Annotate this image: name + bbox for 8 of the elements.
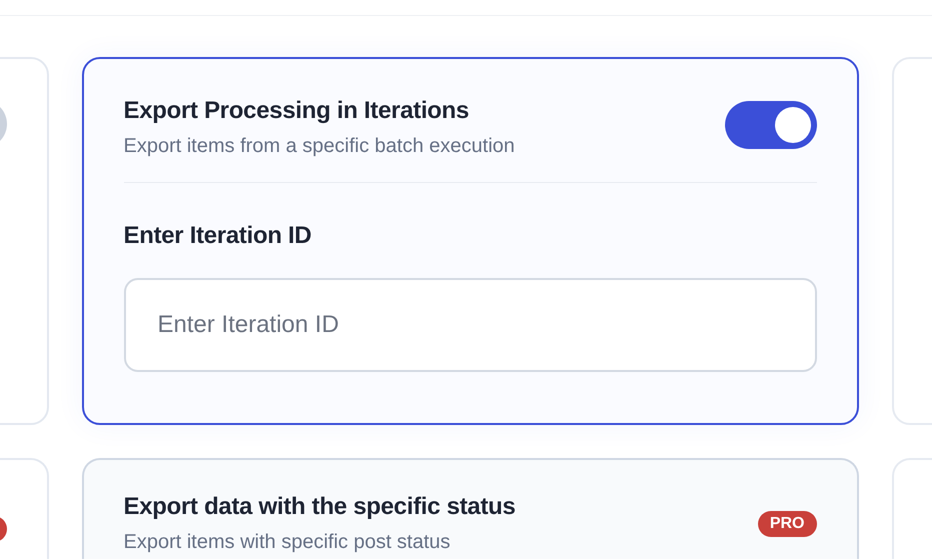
card-subtitle: Export items with specific post status [124,530,452,555]
card-subtitle: Export items from a specific batch execution [124,134,515,159]
card-title: Export Processing in Iterations [124,97,470,125]
toggle-switch[interactable] [724,101,816,149]
pro-badge: PRO [758,511,816,537]
card-title: Export data with the specific status [124,493,516,521]
field-label: Enter Iteration ID [124,221,312,251]
input-field[interactable]: Enter Iteration ID [124,278,816,372]
